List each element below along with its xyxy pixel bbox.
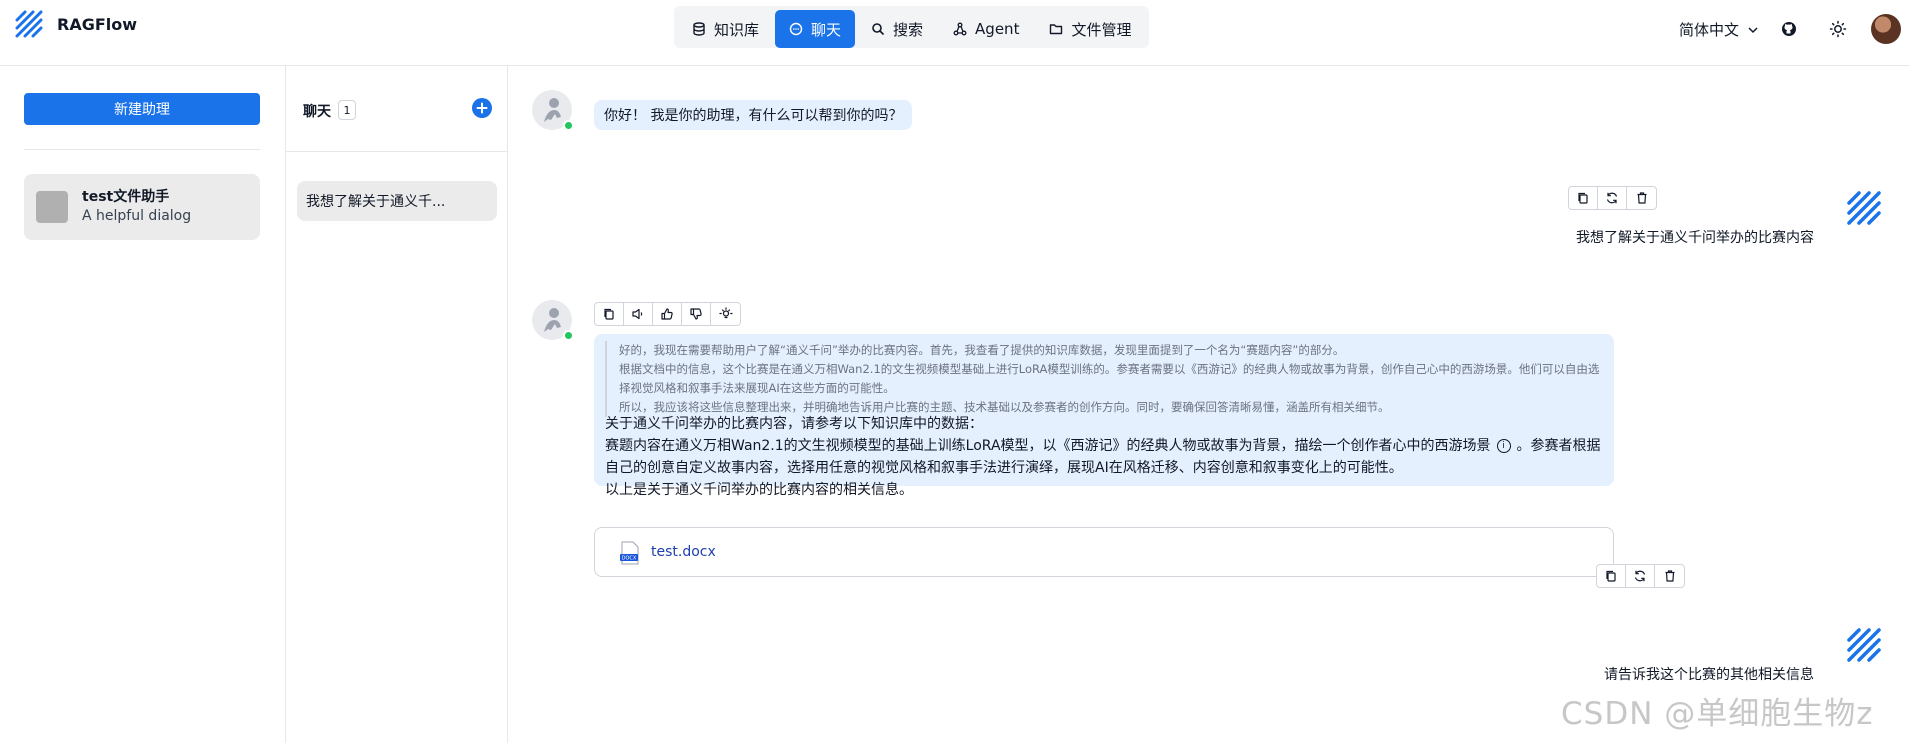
nav-agent[interactable]: Agent bbox=[939, 10, 1033, 48]
nav-label: Agent bbox=[975, 20, 1020, 38]
reference-file-card[interactable]: DOCX test.docx bbox=[594, 527, 1614, 577]
nav-label: 聊天 bbox=[811, 20, 842, 39]
search-icon bbox=[872, 23, 885, 36]
language-selector[interactable]: 简体中文 bbox=[1679, 19, 1759, 40]
user-logo-icon bbox=[1847, 628, 1881, 662]
user-message-toolbar bbox=[1568, 186, 1657, 210]
bot-answer-bubble: 好的，我现在需要帮助用户了解“通义千问”举办的比赛内容。首先，我查看了提供的知识… bbox=[594, 334, 1614, 498]
greeting-message: 你好！ 我是你的助理，有什么可以帮到你的吗？ bbox=[594, 100, 913, 130]
trash-icon bbox=[1637, 192, 1646, 204]
chevron-down-icon bbox=[1748, 26, 1758, 33]
conversation-count-badge: 1 bbox=[338, 100, 356, 120]
nav-label: 文件管理 bbox=[1071, 20, 1132, 39]
answer-line: 自己的创意自定义故事内容，选择用任意的视觉风格和叙事手法进行演绎，展现AI在风格… bbox=[605, 460, 1403, 476]
chat-icon bbox=[789, 22, 803, 36]
user-message: 我想了解关于通义千问举办的比赛内容 bbox=[1576, 230, 1814, 246]
regenerate-button[interactable] bbox=[1598, 187, 1627, 209]
thinking-line: 根据文档中的信息，这个比赛是在通义万相Wan2.1的文生视频模型基础上进行LoR… bbox=[619, 362, 1600, 395]
user-message: 请告诉我这个比赛的其他相关信息 bbox=[1604, 667, 1814, 683]
new-assistant-button[interactable]: 新建助理 bbox=[24, 93, 260, 125]
svg-text:DOCX: DOCX bbox=[622, 556, 637, 562]
divider bbox=[24, 149, 260, 150]
top-header: RAGFlow 知识库 聊天 搜索 Agent 文件管理 简体中文 bbox=[0, 0, 1909, 66]
agent-icon bbox=[953, 22, 967, 36]
regenerate-button[interactable] bbox=[1626, 565, 1655, 587]
answer-line: 关于通义千问举办的比赛内容，请参考以下知识库中的数据： bbox=[605, 416, 983, 432]
app-name: RAGFlow bbox=[57, 15, 138, 34]
answer-line: 赛题内容在通义万相Wan2.1的文生视频模型的基础上训练LoRA模型，以《西游记… bbox=[605, 435, 1605, 457]
answer-line-part: 赛题内容在通义万相Wan2.1的文生视频模型的基础上训练LoRA模型，以《西游记… bbox=[605, 438, 1491, 454]
thinking-block: 好的，我现在需要帮助用户了解“通义千问”举办的比赛内容。首先，我查看了提供的知识… bbox=[605, 341, 1600, 417]
thinking-line: 好的，我现在需要帮助用户了解“通义千问”举办的比赛内容。首先，我查看了提供的知识… bbox=[619, 343, 1345, 357]
copy-button[interactable] bbox=[595, 303, 624, 325]
folder-icon bbox=[1050, 24, 1063, 35]
online-status-dot bbox=[563, 330, 574, 341]
assistant-name: test文件助手 bbox=[82, 189, 170, 205]
assistant-description: A helpful dialog bbox=[82, 208, 192, 224]
copy-icon bbox=[1606, 570, 1616, 582]
refresh-icon bbox=[1606, 192, 1618, 204]
nav-label: 知识库 bbox=[714, 20, 760, 39]
conversation-item[interactable]: 我想了解关于通义千... bbox=[297, 181, 497, 221]
theme-toggle-sun-icon[interactable] bbox=[1827, 18, 1849, 40]
github-icon[interactable] bbox=[1778, 18, 1800, 40]
main-nav: 知识库 聊天 搜索 Agent 文件管理 bbox=[674, 6, 1150, 48]
delete-button[interactable] bbox=[1655, 565, 1684, 587]
nav-search[interactable]: 搜索 bbox=[857, 10, 937, 48]
thumbs-up-icon bbox=[661, 308, 673, 320]
copy-button[interactable] bbox=[1569, 187, 1598, 209]
user-avatar[interactable] bbox=[1871, 14, 1901, 44]
assistant-panel: 新建助理 test文件助手 A helpful dialog bbox=[0, 66, 286, 743]
online-status-dot bbox=[563, 120, 574, 131]
plus-icon bbox=[476, 102, 488, 114]
copy-icon bbox=[1578, 192, 1588, 204]
thumbs-down-icon bbox=[690, 308, 702, 320]
ragflow-logo-icon[interactable] bbox=[13, 8, 45, 40]
nav-chat[interactable]: 聊天 bbox=[775, 10, 856, 48]
assistant-card[interactable]: test文件助手 A helpful dialog bbox=[24, 174, 260, 240]
answer-text: 关于通义千问举办的比赛内容，请参考以下知识库中的数据： 赛题内容在通义万相Wan… bbox=[605, 413, 1605, 501]
language-label: 简体中文 bbox=[1679, 21, 1740, 39]
info-icon[interactable]: i bbox=[1496, 439, 1511, 453]
nav-label: 搜索 bbox=[893, 20, 924, 39]
refresh-icon bbox=[1634, 570, 1646, 582]
answer-line: 以上是关于通义千问举办的比赛内容的相关信息。 bbox=[605, 482, 913, 498]
lightbulb-icon bbox=[718, 307, 733, 319]
docx-file-icon: DOCX bbox=[620, 541, 639, 565]
conversation-title: 聊天 bbox=[303, 104, 331, 120]
nav-file-management[interactable]: 文件管理 bbox=[1035, 10, 1145, 48]
nav-knowledge-base[interactable]: 知识库 bbox=[678, 10, 773, 48]
answer-line-part: 。参赛者根据 bbox=[1516, 438, 1601, 454]
watermark: CSDN @单细胞生物z bbox=[1561, 696, 1874, 732]
speaker-icon bbox=[632, 308, 643, 320]
copy-button[interactable] bbox=[1597, 565, 1626, 587]
add-conversation-button[interactable] bbox=[472, 98, 492, 118]
assistant-thumbnail bbox=[36, 191, 68, 223]
database-icon bbox=[693, 22, 705, 36]
dislike-button[interactable] bbox=[682, 303, 711, 325]
read-aloud-button[interactable] bbox=[624, 303, 653, 325]
bot-message-toolbar bbox=[594, 302, 741, 326]
file-link[interactable]: test.docx bbox=[651, 544, 716, 560]
delete-button[interactable] bbox=[1627, 187, 1656, 209]
user-message-toolbar bbox=[1596, 564, 1685, 588]
chat-area: 你好！ 我是你的助理，有什么可以帮到你的吗？ 我想了解关于通义千问举办的比赛内容… bbox=[508, 66, 1909, 743]
suggest-button[interactable] bbox=[711, 303, 740, 325]
like-button[interactable] bbox=[653, 303, 682, 325]
trash-icon bbox=[1665, 570, 1674, 582]
conversation-panel: 聊天 1 我想了解关于通义千... bbox=[286, 66, 508, 743]
divider bbox=[286, 151, 508, 152]
user-logo-icon bbox=[1847, 191, 1881, 225]
copy-icon bbox=[604, 308, 614, 320]
